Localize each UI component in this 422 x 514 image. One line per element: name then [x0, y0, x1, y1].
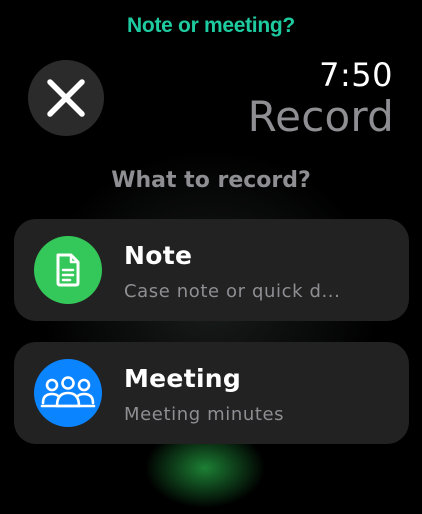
header-caption: Note or meeting? — [127, 14, 295, 37]
note-icon-badge — [34, 236, 102, 304]
people-group-icon — [40, 376, 96, 408]
section-prompt: What to record? — [111, 168, 311, 193]
clock-time: 7:50 — [319, 56, 393, 94]
meeting-icon-badge — [34, 359, 102, 427]
meeting-option-subtitle: Meeting minutes — [124, 404, 285, 425]
meeting-option-title: Meeting — [124, 364, 242, 393]
note-option-button[interactable]: Note Case note or quick d... — [14, 219, 409, 321]
screen-title: Record — [247, 92, 394, 141]
watch-screen: Note or meeting? 7:50 Record What to rec… — [0, 0, 422, 514]
close-button[interactable] — [28, 60, 104, 136]
note-option-subtitle: Case note or quick d... — [124, 281, 341, 302]
meeting-option-button[interactable]: Meeting Meeting minutes — [14, 342, 409, 444]
close-icon — [47, 79, 85, 117]
document-icon — [56, 253, 80, 287]
note-option-title: Note — [124, 241, 193, 270]
